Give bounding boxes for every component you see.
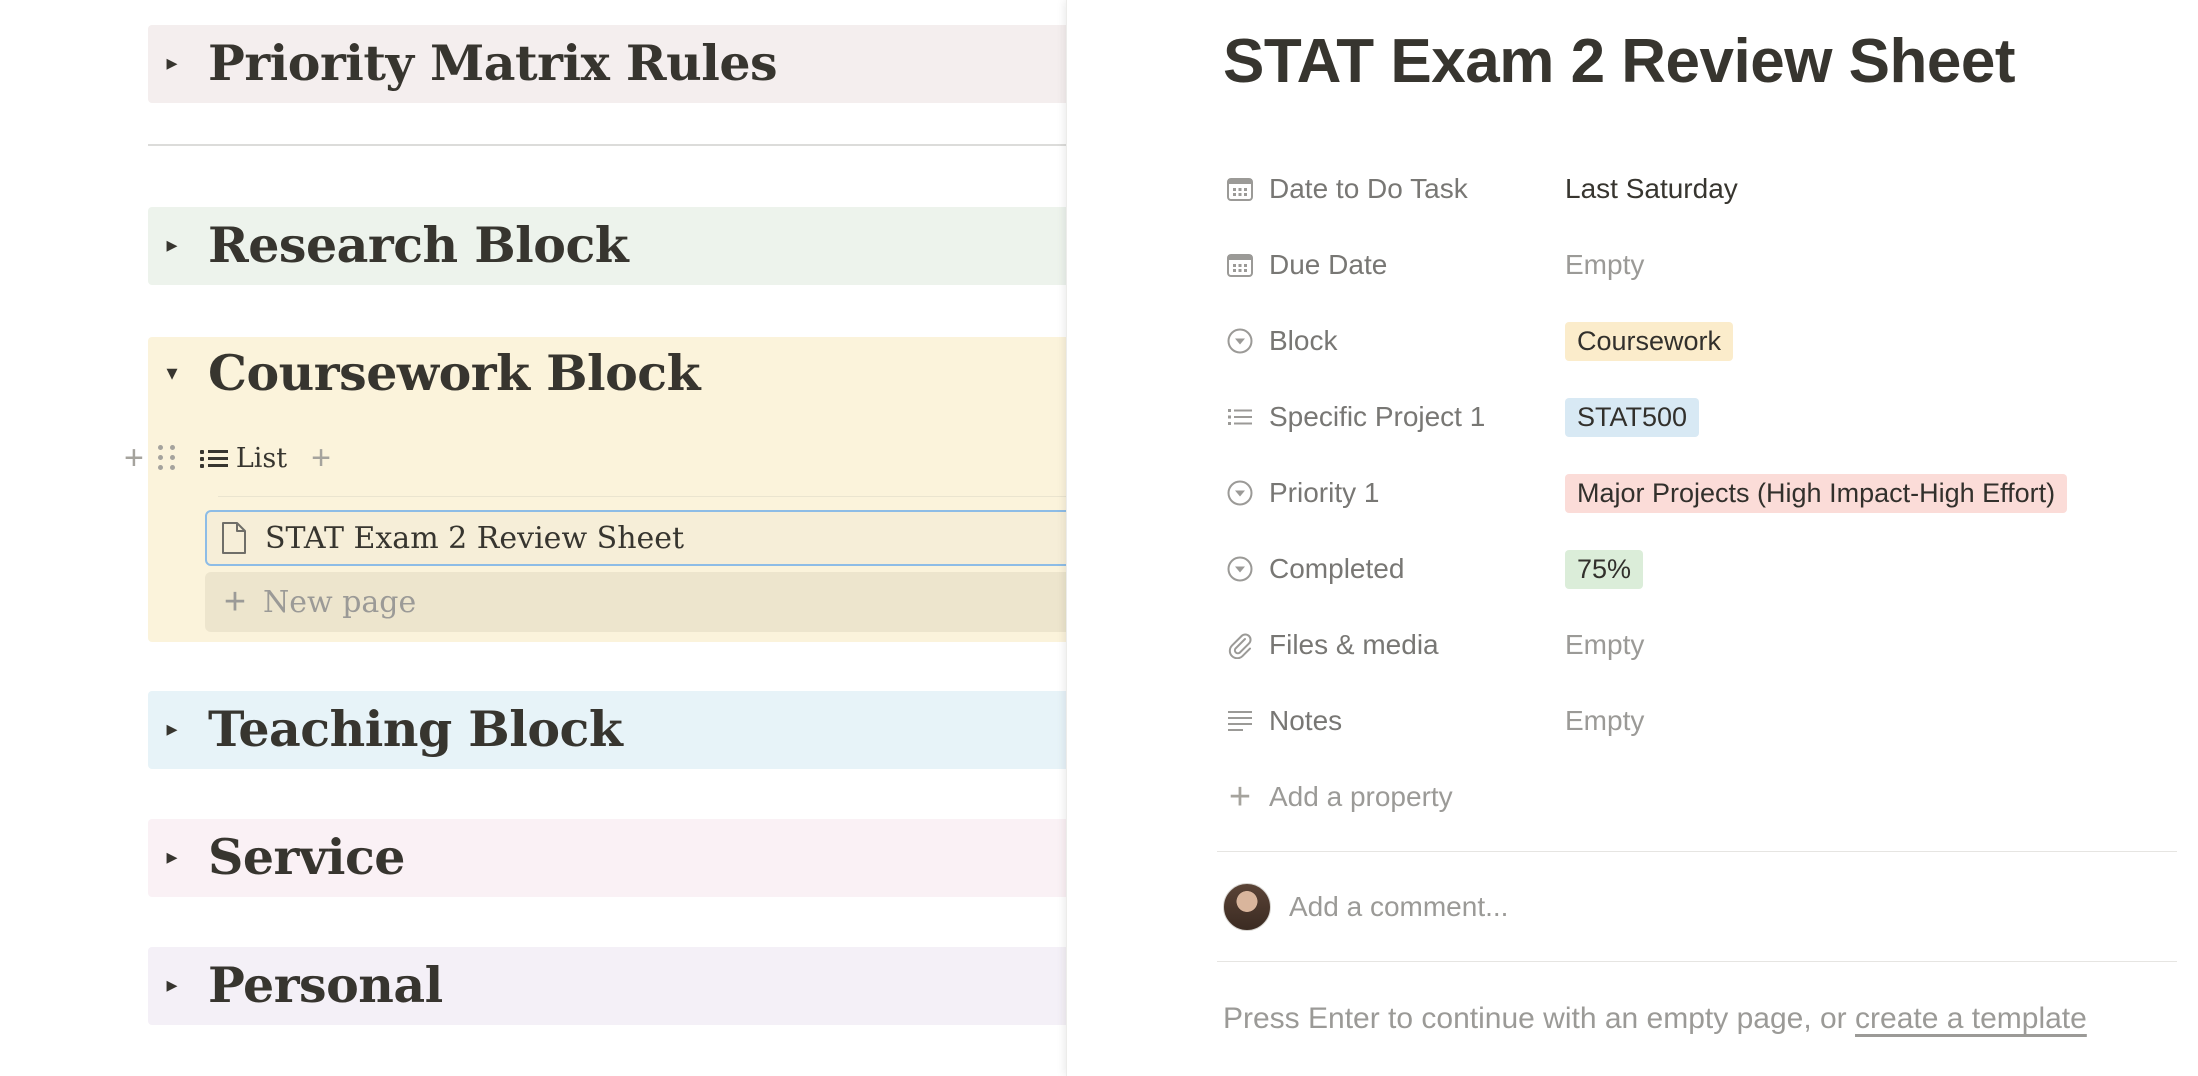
property-files-media[interactable]: Files & media Empty (1217, 612, 2167, 678)
property-priority-1[interactable]: Priority 1 Major Projects (High Impact-H… (1217, 460, 2167, 526)
drag-handle-icon[interactable] (157, 443, 176, 473)
view-tab-underline (218, 496, 1066, 497)
view-tab-label: List (235, 442, 288, 474)
add-block-icon[interactable]: + (124, 441, 144, 475)
new-page-button[interactable]: + New page (205, 572, 1066, 632)
property-due-date[interactable]: Due Date Empty (1217, 232, 2167, 298)
divider (1217, 851, 2177, 852)
plus-icon: + (1228, 775, 1252, 818)
toggle-research-block[interactable]: ▸ Research Block (148, 207, 1066, 285)
select-icon (1225, 478, 1255, 508)
toggle-personal[interactable]: ▸ Personal (148, 947, 1066, 1025)
toggle-down-arrow-icon[interactable]: ▾ (160, 360, 184, 385)
new-page-label: New page (263, 584, 417, 620)
create-template-link[interactable]: create a template (1855, 1002, 2087, 1035)
calendar-icon (1225, 174, 1255, 204)
toggle-right-arrow-icon[interactable]: ▸ (160, 50, 184, 75)
property-name: Due Date (1269, 249, 1388, 280)
toggle-priority-matrix-rules[interactable]: ▸ Priority Matrix Rules (148, 25, 1066, 103)
property-name: Files & media (1269, 629, 1439, 660)
select-icon (1225, 326, 1255, 356)
view-tab-list[interactable]: List (199, 442, 288, 474)
select-tag[interactable]: 75% (1565, 549, 1644, 589)
property-name: Specific Project 1 (1269, 401, 1486, 432)
toggle-heading-label: Service (208, 828, 405, 886)
property-notes[interactable]: Notes Empty (1217, 688, 2167, 754)
toggle-right-arrow-icon[interactable]: ▸ (160, 972, 184, 997)
list-icon (1225, 402, 1255, 432)
avatar (1223, 883, 1271, 931)
toggle-coursework-block[interactable]: ▾ Coursework Block (148, 335, 1066, 413)
property-name: Notes (1269, 705, 1343, 736)
toggle-teaching-block[interactable]: ▸ Teaching Block (148, 691, 1066, 769)
property-name: Date to Do Task (1269, 173, 1468, 204)
property-value-empty[interactable]: Empty (1565, 629, 1644, 661)
plus-icon: + (223, 580, 247, 623)
toggle-right-arrow-icon[interactable]: ▸ (160, 844, 184, 869)
toggle-heading-label: Coursework Block (208, 344, 701, 402)
empty-page-hint: Press Enter to continue with an empty pa… (1223, 1002, 2087, 1036)
property-date-to-do-task[interactable]: Date to Do Task Last Saturday (1217, 156, 2167, 222)
calendar-icon (1225, 250, 1255, 280)
property-value-empty[interactable]: Empty (1565, 249, 1644, 281)
select-tag[interactable]: Major Projects (High Impact-High Effort) (1565, 473, 2068, 513)
paperclip-icon (1225, 630, 1255, 660)
toggle-service[interactable]: ▸ Service (148, 819, 1066, 897)
select-icon (1225, 554, 1255, 584)
page-icon (221, 521, 247, 555)
property-value-empty[interactable]: Empty (1565, 705, 1644, 737)
toggle-heading-label: Research Block (208, 216, 629, 274)
add-property-button[interactable]: + Add a property (1217, 764, 1453, 830)
property-completed[interactable]: Completed 75% (1217, 536, 2167, 602)
toggle-right-arrow-icon[interactable]: ▸ (160, 716, 184, 741)
divider (1217, 961, 2177, 962)
add-property-label: Add a property (1269, 781, 1453, 812)
divider (148, 144, 1066, 146)
database-toolbar: + List + (124, 440, 331, 476)
page-peek-panel: STAT Exam 2 Review Sheet Date to Do Task… (1066, 0, 2198, 1076)
multi-select-tag[interactable]: STAT500 (1565, 397, 1700, 437)
toggle-right-arrow-icon[interactable]: ▸ (160, 232, 184, 257)
property-block[interactable]: Block Coursework (1217, 308, 2167, 374)
list-item-title: STAT Exam 2 Review Sheet (265, 520, 685, 556)
text-lines-icon (1225, 706, 1255, 736)
property-value[interactable]: Last Saturday (1565, 173, 1738, 205)
empty-page-hint-text: Press Enter to continue with an empty pa… (1223, 1002, 1856, 1035)
workspace-page: ▸ Priority Matrix Rules ▸ Research Block… (0, 0, 1066, 1076)
property-specific-project-1[interactable]: Specific Project 1 STAT500 (1217, 384, 2167, 450)
toggle-heading-label: Teaching Block (208, 700, 623, 758)
list-item[interactable]: STAT Exam 2 Review Sheet (205, 510, 1066, 566)
comment-composer[interactable]: Add a comment... (1223, 880, 1508, 934)
comment-input[interactable]: Add a comment... (1289, 891, 1508, 923)
add-view-icon[interactable]: + (311, 441, 331, 475)
property-name: Priority 1 (1269, 477, 1380, 508)
property-name: Block (1269, 325, 1338, 356)
toggle-heading-label: Priority Matrix Rules (208, 34, 778, 92)
select-tag[interactable]: Coursework (1565, 321, 1734, 361)
list-view-icon (199, 447, 228, 469)
property-name: Completed (1269, 553, 1405, 584)
page-title[interactable]: STAT Exam 2 Review Sheet (1223, 26, 2016, 97)
toggle-heading-label: Personal (208, 956, 443, 1014)
